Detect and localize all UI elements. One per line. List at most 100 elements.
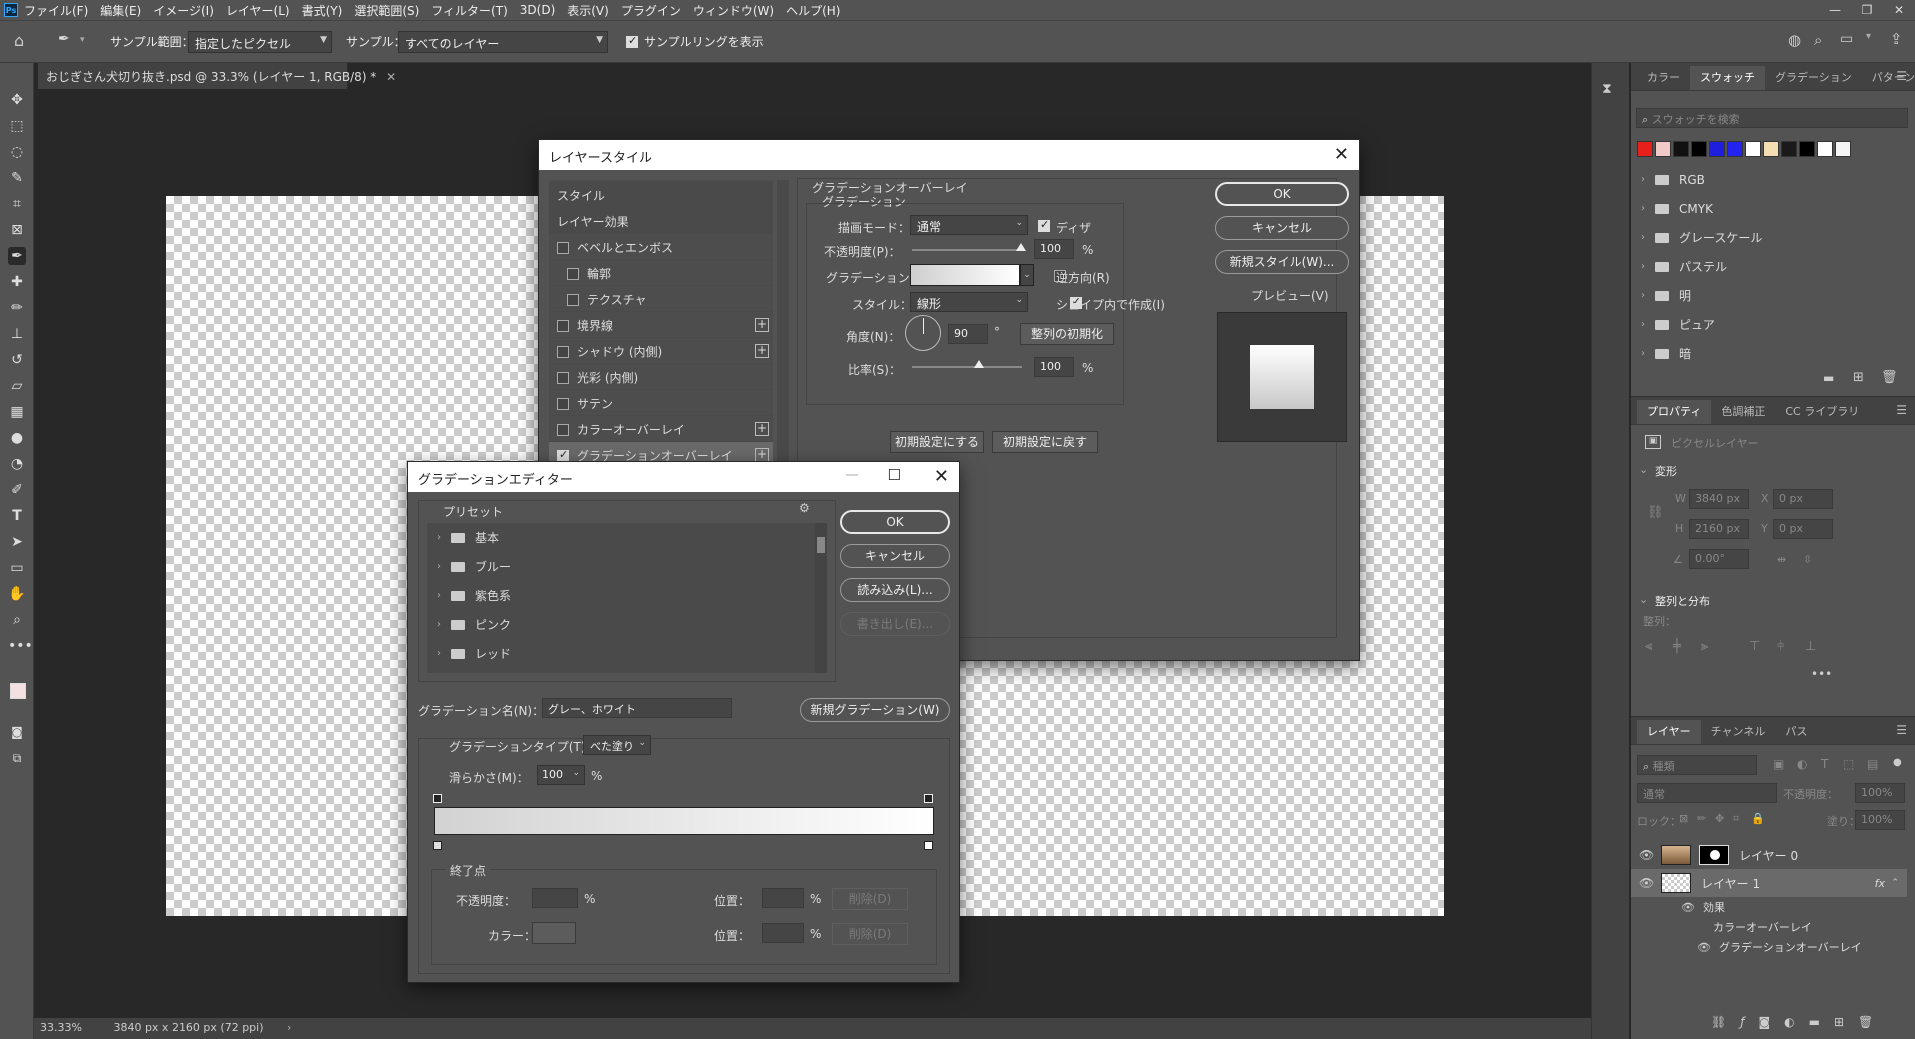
- color-swatch[interactable]: [1799, 141, 1815, 157]
- hand-tool-icon[interactable]: ✋: [8, 585, 26, 603]
- link-icon[interactable]: ⛓: [1647, 505, 1664, 520]
- color-swatch[interactable]: [1835, 141, 1851, 157]
- color-swatch[interactable]: [1745, 141, 1761, 157]
- history-panel-icon[interactable]: ⧗: [1602, 81, 1612, 97]
- align-chevron-icon[interactable]: ⌄: [1639, 593, 1648, 606]
- tab-gradients[interactable]: グラデーション: [1765, 66, 1862, 90]
- menu-window[interactable]: ウィンドウ(W): [693, 2, 774, 19]
- history-brush-tool-icon[interactable]: ↺: [8, 351, 26, 369]
- scale-slider[interactable]: [912, 366, 1022, 368]
- quick-select-tool-icon[interactable]: ✎: [8, 169, 26, 187]
- menu-3d[interactable]: 3D(D): [520, 3, 555, 17]
- align-middle-v-icon[interactable]: ⫩: [1777, 639, 1784, 654]
- style-item[interactable]: レイヤー効果: [549, 208, 773, 234]
- style-item[interactable]: 光彩 (内側): [549, 364, 773, 390]
- style-checkbox[interactable]: [557, 320, 569, 332]
- swatch-folder[interactable]: › CMYK: [1631, 194, 1907, 223]
- eyedropper-tool-icon[interactable]: ✒: [8, 247, 26, 265]
- filter-smart-object-icon[interactable]: ▤: [1867, 757, 1878, 771]
- opacity-input[interactable]: 100%: [1855, 783, 1905, 803]
- x-input[interactable]: 0 px: [1773, 489, 1833, 509]
- align-right-icon[interactable]: ⫸: [1701, 639, 1708, 654]
- flip-vertical-icon[interactable]: ⇳: [1803, 553, 1812, 566]
- load-button[interactable]: 読み込み(L)...: [840, 578, 950, 602]
- opacity-stop-right[interactable]: [924, 794, 933, 803]
- opacity-input[interactable]: 100: [1034, 239, 1074, 259]
- new-swatch-icon[interactable]: ⊞: [1853, 370, 1864, 385]
- tab-paths[interactable]: パス: [1775, 720, 1817, 744]
- more-options-icon[interactable]: •••: [1811, 667, 1832, 681]
- move-tool-icon[interactable]: ✥: [8, 91, 26, 109]
- delete-color-stop-button[interactable]: 削除(D): [832, 923, 908, 945]
- preset-gear-icon[interactable]: ⚙: [799, 501, 810, 515]
- swatch-folder[interactable]: › グレースケール: [1631, 223, 1907, 252]
- delete-layer-icon[interactable]: 🗑: [1858, 1015, 1873, 1029]
- color-stop-right[interactable]: [924, 841, 933, 850]
- style-item[interactable]: ベベルとエンボス: [549, 234, 773, 260]
- maximize-icon[interactable]: ☐: [888, 466, 901, 484]
- smoothness-input[interactable]: 100 ⌄: [537, 765, 585, 785]
- preset-scrollbar[interactable]: [815, 523, 827, 673]
- color-stop-left[interactable]: [433, 841, 442, 850]
- chevron-right-icon[interactable]: ›: [437, 532, 451, 543]
- ok-button[interactable]: OK: [840, 510, 950, 534]
- rectangle-tool-icon[interactable]: ▭: [8, 559, 26, 577]
- expand-effects-icon[interactable]: ⌃: [1891, 878, 1899, 888]
- chevron-right-icon[interactable]: ›: [1641, 232, 1655, 243]
- angle-dial[interactable]: [905, 315, 941, 351]
- marquee-tool-icon[interactable]: ⬚: [8, 117, 26, 135]
- color-swatch[interactable]: [1637, 141, 1653, 157]
- visibility-eye-icon[interactable]: 👁: [1639, 876, 1655, 890]
- stop-color-location-input[interactable]: [762, 923, 804, 943]
- close-icon[interactable]: ✕: [1883, 0, 1915, 20]
- preset-folder[interactable]: › ピンク: [427, 610, 827, 639]
- menu-type[interactable]: 書式(Y): [302, 2, 343, 19]
- layer-row-0[interactable]: 👁 レイヤー 0: [1631, 841, 1907, 869]
- visibility-eye-icon[interactable]: 👁: [1681, 901, 1697, 914]
- add-effect-icon[interactable]: +: [755, 318, 769, 332]
- more-tools-icon[interactable]: •••: [8, 637, 33, 655]
- chevron-right-icon[interactable]: ›: [1641, 261, 1655, 272]
- lock-all-icon[interactable]: 🔒: [1751, 812, 1765, 825]
- restore-icon[interactable]: ❐: [1851, 0, 1883, 20]
- chevron-right-icon[interactable]: ›: [437, 648, 451, 659]
- add-effect-icon[interactable]: +: [755, 448, 769, 462]
- layer-row-1[interactable]: 👁 レイヤー 1 fx ⌃: [1631, 869, 1907, 897]
- crop-tool-icon[interactable]: ⌗: [8, 195, 26, 213]
- tab-color[interactable]: カラー: [1637, 66, 1690, 90]
- style-checkbox[interactable]: [557, 372, 569, 384]
- effect-row-color-overlay[interactable]: カラーオーバーレイ: [1631, 917, 1907, 937]
- style-item[interactable]: サテン: [549, 390, 773, 416]
- menu-file[interactable]: ファイル(F): [24, 2, 88, 19]
- style-checkbox[interactable]: [557, 398, 569, 410]
- dodge-tool-icon[interactable]: ◔: [8, 455, 26, 473]
- export-button[interactable]: 書き出し(E)...: [840, 612, 950, 636]
- style-item[interactable]: スタイル: [549, 182, 773, 208]
- minimize-icon[interactable]: —: [1819, 0, 1851, 20]
- add-effect-icon[interactable]: +: [755, 422, 769, 436]
- effect-row-gradient-overlay[interactable]: 👁 グラデーションオーバーレイ: [1631, 937, 1907, 957]
- eyedropper-tool-icon[interactable]: ✒: [58, 31, 70, 47]
- color-swatch[interactable]: [1817, 141, 1833, 157]
- path-select-tool-icon[interactable]: ➤: [8, 533, 26, 551]
- search-icon[interactable]: ⌕: [1814, 31, 1822, 49]
- sample-range-select[interactable]: 指定したピクセル ▼: [188, 31, 332, 53]
- chevron-right-icon[interactable]: ›: [1641, 174, 1655, 185]
- gradient-bar[interactable]: [434, 807, 934, 835]
- style-select[interactable]: 線形 ⌄: [910, 292, 1028, 312]
- chevron-right-icon[interactable]: ›: [1641, 348, 1655, 359]
- swatch-folder[interactable]: › 暗: [1631, 339, 1907, 368]
- chevron-right-icon[interactable]: ›: [437, 590, 451, 601]
- quick-mask-icon[interactable]: ◙: [8, 723, 26, 741]
- link-layers-icon[interactable]: ⛓: [1711, 1015, 1726, 1029]
- sample-select[interactable]: すべてのレイヤー ▼: [398, 31, 608, 53]
- cancel-button[interactable]: キャンセル: [840, 544, 950, 568]
- reset-alignment-button[interactable]: 整列の初期化: [1020, 323, 1114, 345]
- new-style-button[interactable]: 新規スタイル(W)...: [1215, 250, 1349, 274]
- filter-adjustment-icon[interactable]: ◐: [1797, 757, 1807, 771]
- menu-select[interactable]: 選択範囲(S): [354, 2, 419, 19]
- gradient-tool-icon[interactable]: ▦: [8, 403, 26, 421]
- menu-filter[interactable]: フィルター(T): [431, 2, 507, 19]
- new-adjustment-icon[interactable]: ◐: [1784, 1015, 1794, 1029]
- add-effect-icon[interactable]: +: [755, 344, 769, 358]
